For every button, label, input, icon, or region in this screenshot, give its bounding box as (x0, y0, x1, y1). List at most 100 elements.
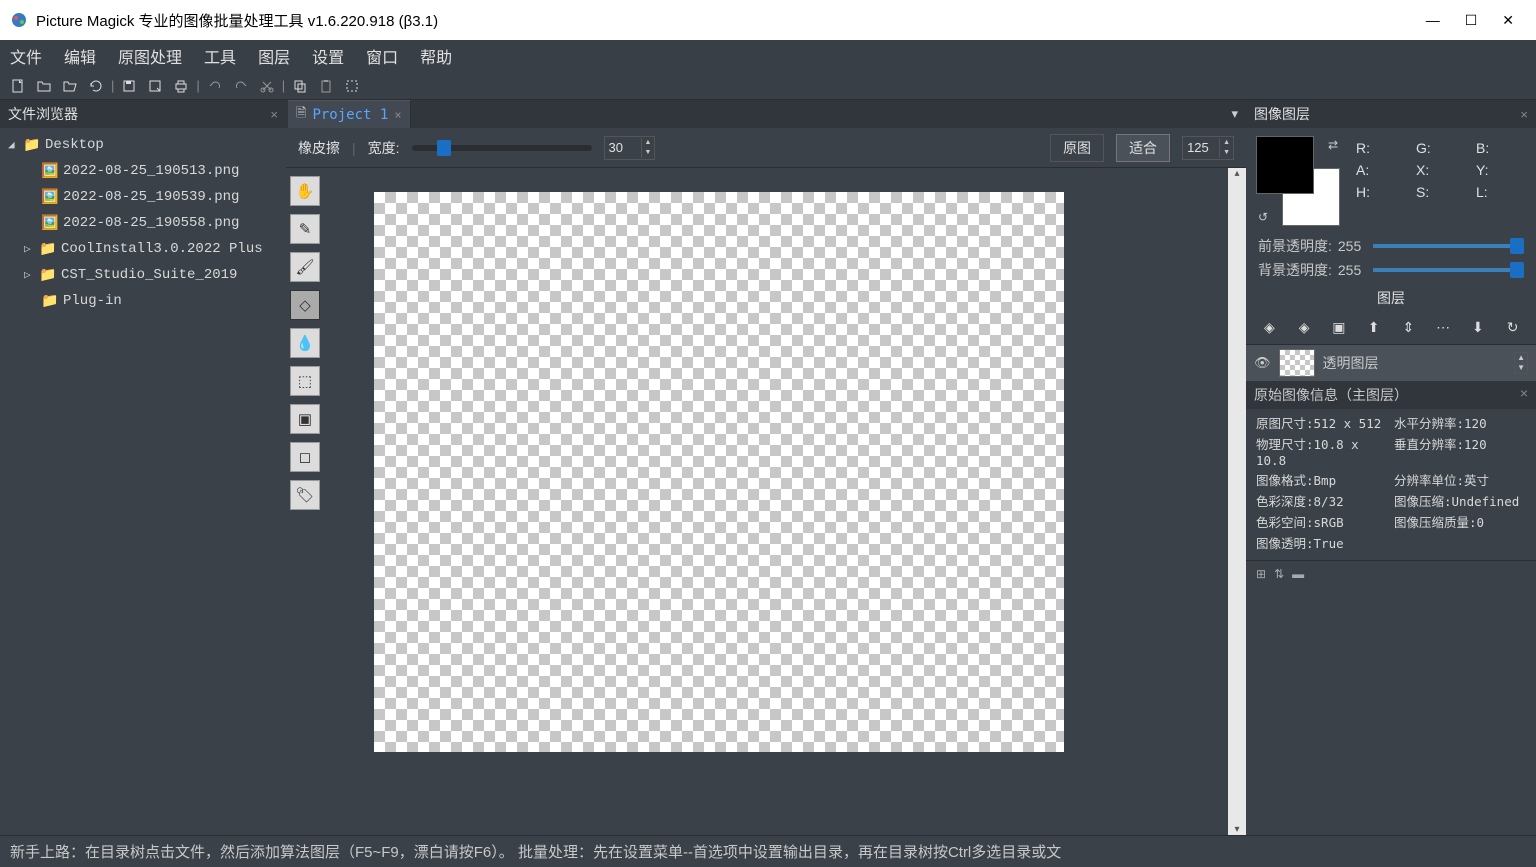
original-view-button[interactable]: 原图 (1050, 134, 1104, 162)
menu-settings[interactable]: 设置 (312, 44, 344, 68)
app-title: Picture Magick 专业的图像批量处理工具 v1.6.220.918 … (36, 10, 438, 31)
save-icon[interactable] (117, 75, 141, 97)
close-panel-icon[interactable]: × (1520, 385, 1528, 405)
menu-tools[interactable]: 工具 (204, 44, 236, 68)
more-icon[interactable]: ⋯ (1431, 316, 1455, 338)
close-panel-icon[interactable]: × (1520, 107, 1528, 122)
marquee-tool-icon[interactable]: ⬚ (290, 366, 320, 396)
crop-icon[interactable] (340, 75, 364, 97)
width-spinbox[interactable]: ▲▼ (604, 136, 656, 160)
menu-edit[interactable]: 编辑 (64, 44, 96, 68)
eyedropper-tool-icon[interactable]: 💧 (290, 328, 320, 358)
tree-label: CoolInstall3.0.2022 Plus (61, 241, 263, 257)
visibility-toggle-icon[interactable]: 👁 (1254, 355, 1271, 371)
tab-project1[interactable]: 🗎 Project 1 × (288, 100, 411, 128)
download-icon[interactable]: ⬇ (1466, 316, 1490, 338)
maximize-button[interactable]: ☐ (1465, 12, 1478, 29)
block-icon[interactable]: ▬ (1292, 567, 1304, 581)
refresh-icon[interactable] (84, 75, 108, 97)
canvas[interactable] (374, 192, 1064, 752)
bg-opacity-slider[interactable] (1373, 268, 1524, 272)
tree-root[interactable]: ◢ 📁 Desktop (0, 132, 286, 158)
paste-icon[interactable] (314, 75, 338, 97)
redo-icon[interactable] (229, 75, 253, 97)
scroll-up-icon[interactable]: ▴ (1234, 168, 1239, 179)
pencil-tool-icon[interactable]: ✎ (290, 214, 320, 244)
bg-opacity-label: 背景透明度: (1258, 260, 1332, 280)
info-row: 色彩空间:sRGB (1256, 512, 1388, 531)
current-tool-label: 橡皮擦 (298, 138, 340, 158)
expand-icon[interactable]: ▷ (24, 268, 38, 282)
fit-view-button[interactable]: 适合 (1116, 134, 1170, 162)
tree-folder[interactable]: ▷ 📁 CST_Studio_Suite_2019 (0, 262, 286, 288)
layer-item[interactable]: 👁 透明图层 ▲▼ (1246, 345, 1536, 381)
tree-folder[interactable]: 📁 Plug-in (0, 288, 286, 314)
menu-layers[interactable]: 图层 (258, 44, 290, 68)
layer-order-spinner[interactable]: ▲▼ (1514, 352, 1528, 374)
visibility-icon[interactable]: ◈ (1257, 316, 1281, 338)
label-g: G: (1416, 140, 1466, 156)
sort-icon[interactable]: ⇅ (1274, 567, 1284, 581)
width-input[interactable] (605, 140, 641, 155)
layers-stack-icon[interactable]: ◈ (1292, 316, 1316, 338)
open-folder-icon[interactable] (58, 75, 82, 97)
menu-file[interactable]: 文件 (10, 44, 42, 68)
spin-down-icon[interactable]: ▼ (642, 148, 655, 158)
file-browser-panel: 文件浏览器 × ◢ 📁 Desktop 🖼️ 2022-08-25_190513… (0, 100, 286, 835)
print-icon[interactable] (169, 75, 193, 97)
reset-icon[interactable]: ↻ (1501, 316, 1525, 338)
swap-icon[interactable]: ⇕ (1396, 316, 1420, 338)
tree-label: 2022-08-25_190513.png (63, 163, 239, 179)
stamp-tool-icon[interactable]: 🏷 (290, 480, 320, 510)
layer-name: 透明图层 (1323, 353, 1379, 373)
expand-icon[interactable]: ▷ (24, 242, 38, 256)
tree-folder[interactable]: ▷ 📁 CoolInstall3.0.2022 Plus (0, 236, 286, 262)
eraser-tool-icon[interactable]: ◇ (290, 290, 320, 320)
crop-tool-icon[interactable]: ▣ (290, 404, 320, 434)
close-button[interactable]: ✕ (1502, 12, 1514, 29)
label-h: H: (1356, 184, 1406, 200)
tabs-dropdown-icon[interactable]: ▾ (1223, 100, 1246, 128)
menu-original-process[interactable]: 原图处理 (118, 44, 182, 68)
save-as-icon[interactable] (143, 75, 167, 97)
hand-tool-icon[interactable]: ✋ (290, 176, 320, 206)
spin-up-icon[interactable]: ▲ (1220, 138, 1233, 148)
lasso-tool-icon[interactable]: ◻ (290, 442, 320, 472)
tree-label: Desktop (45, 137, 104, 153)
add-layer-icon[interactable]: ▣ (1327, 316, 1351, 338)
copy-icon[interactable] (288, 75, 312, 97)
info-row: 分辨率单位:英寸 (1394, 470, 1526, 489)
open-file-icon[interactable] (32, 75, 56, 97)
foreground-color-swatch[interactable] (1256, 136, 1314, 194)
swap-colors-icon[interactable]: ⇄ (1328, 138, 1338, 152)
cut-icon[interactable] (255, 75, 279, 97)
new-file-icon[interactable] (6, 75, 30, 97)
info-row: 图像格式:Bmp (1256, 470, 1388, 489)
close-panel-icon[interactable]: × (270, 107, 278, 122)
main-area: 文件浏览器 × ◢ 📁 Desktop 🖼️ 2022-08-25_190513… (0, 100, 1536, 835)
minimize-button[interactable]: — (1426, 12, 1440, 29)
tree-file[interactable]: 🖼️ 2022-08-25_190558.png (0, 210, 286, 236)
spin-up-icon[interactable]: ▲ (642, 138, 655, 148)
info-footer: ⊞ ⇅ ▬ (1246, 560, 1536, 587)
reset-colors-icon[interactable]: ↺ (1258, 210, 1268, 224)
fg-opacity-slider[interactable] (1373, 244, 1524, 248)
tab-label: Project 1 (312, 107, 388, 123)
zoom-spinbox[interactable]: ▲▼ (1182, 136, 1234, 160)
brush-tool-icon[interactable]: 🖌 (290, 252, 320, 282)
undo-icon[interactable] (203, 75, 227, 97)
move-up-icon[interactable]: ⬆ (1362, 316, 1386, 338)
spin-down-icon[interactable]: ▼ (1220, 148, 1233, 158)
app-icon (10, 11, 28, 29)
tree-file[interactable]: 🖼️ 2022-08-25_190539.png (0, 184, 286, 210)
close-tab-icon[interactable]: × (394, 108, 401, 122)
grid-icon[interactable]: ⊞ (1256, 567, 1266, 581)
menu-help[interactable]: 帮助 (420, 44, 452, 68)
collapse-icon[interactable]: ◢ (8, 138, 22, 152)
zoom-input[interactable] (1183, 140, 1219, 155)
scroll-down-icon[interactable]: ▾ (1234, 824, 1239, 835)
vertical-scrollbar[interactable]: ▴ ▾ (1228, 168, 1246, 835)
menu-window[interactable]: 窗口 (366, 44, 398, 68)
tree-file[interactable]: 🖼️ 2022-08-25_190513.png (0, 158, 286, 184)
width-slider[interactable] (412, 145, 592, 151)
